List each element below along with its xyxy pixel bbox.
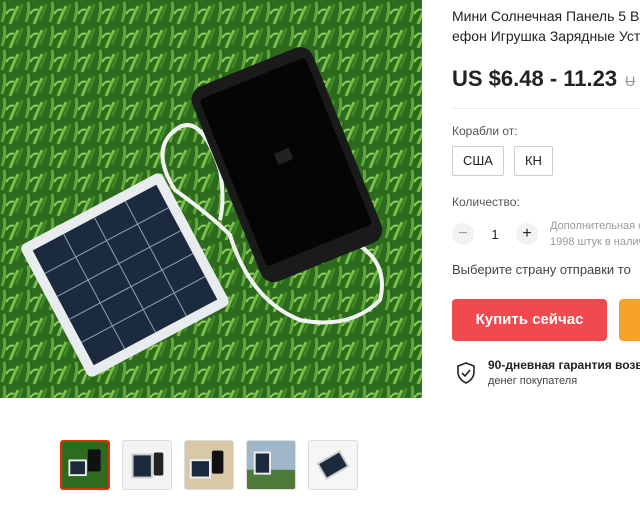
ships-from-label: Корабли от:	[452, 124, 518, 138]
thumbnail-2[interactable]	[122, 440, 172, 490]
quantity-value[interactable]: 1	[482, 227, 508, 242]
ship-option-usa[interactable]: США	[452, 146, 504, 176]
thumbnail-strip	[60, 440, 358, 492]
buy-now-button[interactable]: Купить сейчас	[452, 299, 607, 341]
price: US $6.48 - 11.23	[452, 66, 618, 91]
divider	[452, 108, 640, 109]
select-ship-country-note: Выберите страну отправки то	[452, 262, 631, 277]
ship-option-cn[interactable]: КН	[513, 146, 553, 176]
solar-panel-photo	[0, 0, 422, 398]
quantity-decrease-button[interactable]: −	[452, 223, 474, 245]
quantity-stepper: − 1 + Дополнительная ск 1998 штук в нали…	[452, 218, 640, 250]
product-title: Мини Солнечная Панель 5 В 2 ефон Игрушка…	[452, 6, 640, 46]
quantity-increase-button[interactable]: +	[516, 223, 538, 245]
product-title-line-2: ефон Игрушка Зарядные Устр	[452, 28, 640, 44]
guarantee-title: 90-дневная гарантия возвр	[488, 358, 640, 372]
shield-check-icon	[457, 362, 475, 384]
buyer-protection: 90-дневная гарантия возвр денег покупате…	[456, 358, 640, 387]
old-price: U	[625, 73, 636, 89]
guarantee-subtitle: денег покупателя	[488, 375, 578, 387]
stock-note: Дополнительная ск 1998 штук в наличи	[550, 218, 640, 250]
guarantee-text: 90-дневная гарантия возвр денег покупате…	[488, 358, 640, 387]
add-to-cart-button[interactable]	[619, 299, 640, 341]
thumbnail-3[interactable]	[184, 440, 234, 490]
product-main-image[interactable]	[0, 0, 422, 398]
thumbnail-5[interactable]	[308, 440, 358, 490]
stock-note-line-1: Дополнительная ск	[550, 220, 640, 232]
thumbnail-1[interactable]	[60, 440, 110, 490]
stock-note-line-2: 1998 штук в наличи	[550, 236, 640, 248]
ships-from-options: США КН	[452, 146, 553, 176]
thumbnail-4[interactable]	[246, 440, 296, 490]
quantity-label: Количество:	[452, 195, 520, 209]
price-row: US $6.48 - 11.23 U	[452, 66, 635, 92]
product-info-panel: Мини Солнечная Панель 5 В 2 ефон Игрушка…	[452, 0, 640, 506]
product-title-line-1: Мини Солнечная Панель 5 В 2	[452, 8, 640, 24]
